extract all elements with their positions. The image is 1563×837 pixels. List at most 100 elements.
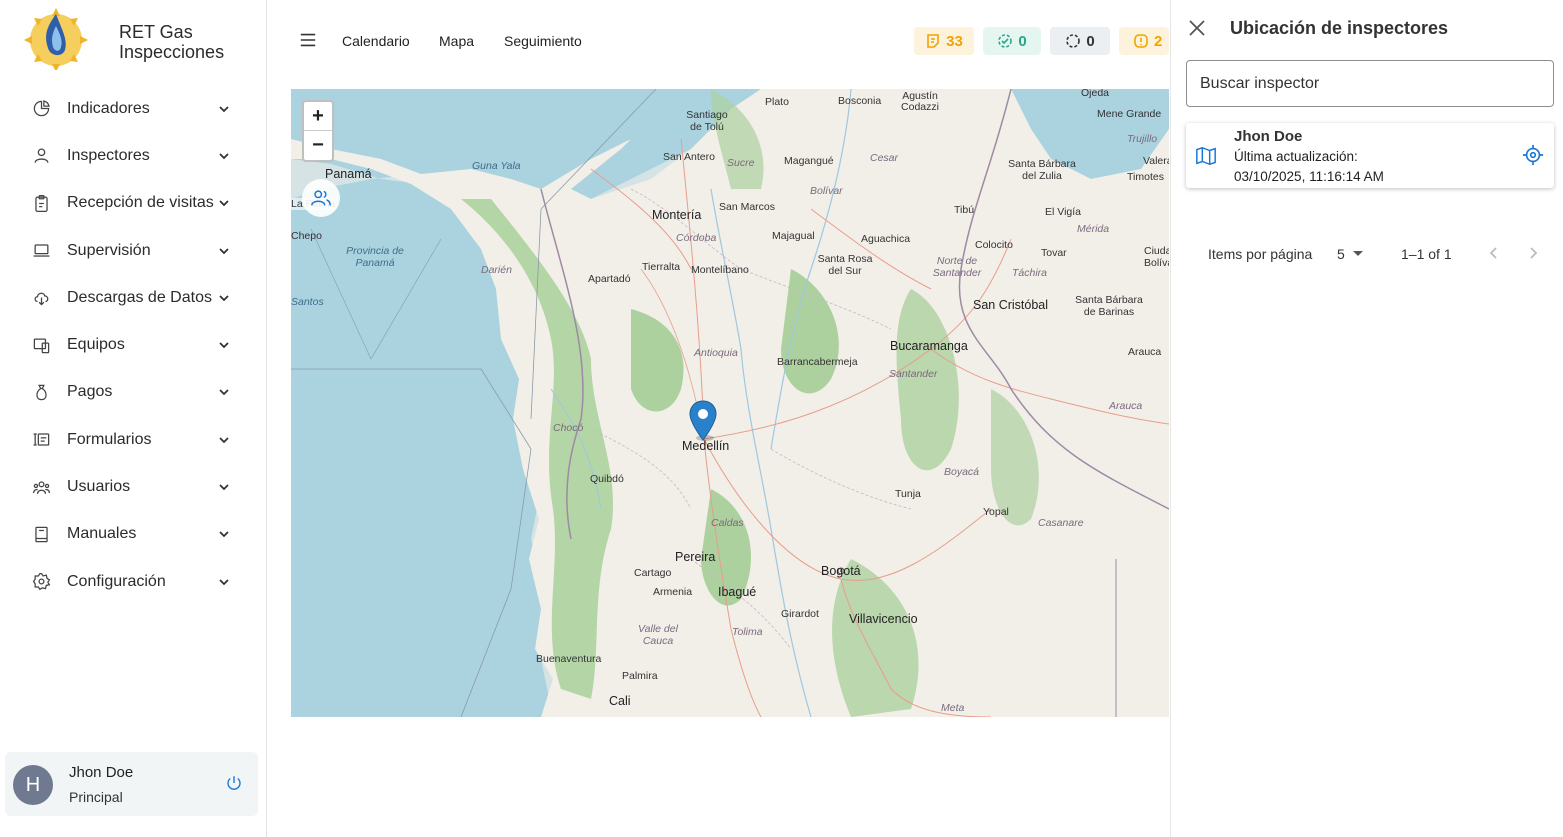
map-label-town: Girardot [781, 608, 819, 620]
map-label-town: Tunja [895, 488, 921, 500]
map-label-town: Apartadó [588, 273, 631, 285]
map-label-region: Valle del Cauca [638, 623, 678, 647]
map-label-town: San Marcos [719, 201, 776, 213]
sidebar-item-label: Usuarios [67, 478, 131, 496]
map-label-region: Casanare [1038, 517, 1084, 529]
users-icon [311, 190, 331, 206]
sidebar-item-label: Equipos [67, 336, 125, 354]
sidebar-item-supervision[interactable]: Supervisión [0, 227, 266, 274]
chevron-down-icon [216, 101, 232, 117]
map-label-town: Aguachica [861, 233, 911, 245]
completed-count-badge[interactable]: 0 [983, 27, 1041, 55]
map-label-city: Cali [609, 694, 631, 708]
sidebar-item-descargas[interactable]: Descargas de Datos [0, 274, 266, 321]
nav-link-seguimiento[interactable]: Seguimiento [504, 33, 582, 49]
sidebar-item-configuracion[interactable]: Configuración [0, 558, 266, 605]
inspector-name: Jhon Doe [1234, 128, 1303, 145]
map-label-town: Tibú [954, 204, 975, 216]
in-progress-count-badge[interactable]: 0 [1050, 27, 1110, 55]
map-label-region: Mérida [1077, 223, 1110, 235]
map-label-town: Santa Bárbara de Barinas [1075, 294, 1143, 318]
alert-count-badge[interactable]: 2 [1119, 27, 1169, 55]
sidebar-item-label: Manuales [67, 525, 137, 543]
map-label-town: Santa Rosa del Sur [817, 253, 873, 277]
sidebar-item-label: Indicadores [67, 99, 150, 117]
map-label-region: Cesar [870, 152, 899, 164]
badge-value: 0 [1086, 32, 1095, 50]
laptop-icon [31, 241, 51, 261]
brand[interactable]: RET Gas Inspecciones [18, 6, 258, 72]
map-label-town: Chepo [291, 230, 322, 242]
inspector-card[interactable]: Jhon Doe Última actualización: 03/10/202… [1186, 123, 1554, 188]
caret-down-icon[interactable] [1353, 251, 1363, 256]
map-label-region: Santander [889, 368, 938, 380]
zoom-in-button[interactable]: + [304, 102, 332, 131]
chevron-right-icon[interactable] [1525, 245, 1543, 263]
map-label-region: Arauca [1109, 400, 1143, 412]
map-icon [1195, 145, 1217, 167]
nav-link-mapa[interactable]: Mapa [439, 33, 474, 49]
last-update-label: Última actualización: [1234, 149, 1358, 164]
map-label-region: Trujillo [1127, 133, 1158, 145]
chevron-down-icon [216, 195, 232, 211]
map-label-region: Meta [941, 702, 965, 714]
map-label-town: Majagual [772, 230, 815, 242]
sidebar-item-manuales[interactable]: Manuales [0, 511, 266, 558]
map-label-town: Ciudad Bolívar [1144, 245, 1169, 269]
map-label-region: Chocó [553, 422, 584, 434]
last-update-time: 03/10/2025, 11:16:14 AM [1234, 169, 1384, 184]
clipboard-icon [31, 193, 51, 213]
hamburger-menu-icon[interactable] [299, 31, 319, 51]
nav-link-calendario[interactable]: Calendario [342, 33, 410, 49]
gear-icon [31, 572, 51, 592]
chevron-down-icon [216, 148, 232, 164]
pending-count-badge[interactable]: 33 [914, 27, 974, 55]
map-label-city: San Cristóbal [973, 298, 1049, 312]
sidebar-item-usuarios[interactable]: Usuarios [0, 463, 266, 510]
map-label-town: Ojeda [1081, 89, 1110, 99]
close-icon[interactable] [1188, 19, 1208, 39]
map-label-town: Arauca [1128, 346, 1162, 358]
zoom-control: + − [302, 100, 334, 162]
search-inspector-input[interactable] [1186, 60, 1554, 107]
avatar: H [13, 765, 53, 805]
badge-value: 0 [1018, 32, 1027, 50]
locate-target-icon[interactable] [1522, 144, 1546, 168]
devices-icon [31, 335, 51, 355]
cloud-download-icon [31, 288, 51, 308]
inspector-location-marker[interactable] [689, 400, 717, 442]
map-label-town: Plato [765, 96, 789, 108]
logout-power-icon[interactable] [225, 774, 245, 794]
map-view[interactable]: Panamá Montería Medellín Bucaramanga San… [291, 89, 1169, 717]
brand-line-2: Inspecciones [119, 42, 225, 62]
map-label-city: Bucaramanga [890, 339, 968, 353]
zoom-out-button[interactable]: − [304, 131, 332, 160]
sidebar-item-equipos[interactable]: Equipos [0, 321, 266, 368]
sidebar-item-formularios[interactable]: Formularios [0, 416, 266, 463]
page-range: 1–1 of 1 [1401, 246, 1452, 262]
note-icon [927, 34, 939, 48]
dashed-circle-icon [1066, 34, 1081, 48]
chevron-left-icon[interactable] [1486, 245, 1504, 263]
map-label-town: Timotes [1127, 171, 1164, 183]
map-label-town: El Vigía [1045, 206, 1081, 218]
sidebar-item-inspectores[interactable]: Inspectores [0, 132, 266, 179]
map-label-region: Darién [481, 264, 512, 276]
map-label-town: San Antero [663, 151, 715, 163]
chevron-down-icon [216, 290, 232, 306]
map-label-town: Buenaventura [536, 653, 602, 665]
sidebar-item-indicadores[interactable]: Indicadores [0, 85, 266, 132]
map-label-town: Bosconia [838, 95, 882, 107]
user-card: H Jhon Doe Principal [5, 752, 258, 816]
items-per-page-label: Items por página [1208, 246, 1313, 262]
sidebar-item-recepcion-visitas[interactable]: Recepción de visitas [0, 180, 266, 227]
map-label-city: Pereira [675, 550, 716, 564]
flame-logo-icon [24, 8, 88, 70]
page-size-select[interactable]: 5 [1337, 246, 1345, 262]
chevron-down-icon [216, 432, 232, 448]
sidebar-item-label: Inspectores [67, 146, 150, 164]
map-label-region: Táchira [1012, 267, 1048, 279]
chevron-down-icon [216, 574, 232, 590]
inspectors-toggle-button[interactable] [302, 179, 340, 217]
sidebar-item-pagos[interactable]: Pagos [0, 369, 266, 416]
